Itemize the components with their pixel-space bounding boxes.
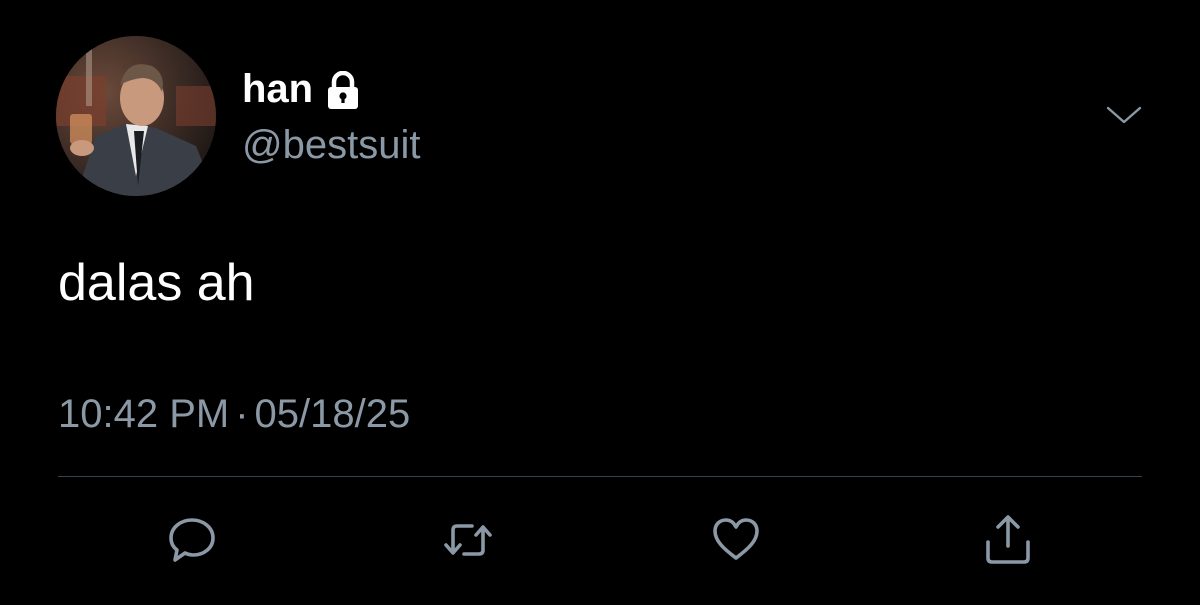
retweet-button[interactable] [440,512,496,568]
like-button[interactable] [708,512,764,568]
author-handle[interactable]: @bestsuit [242,120,420,170]
chevron-down-icon[interactable] [1104,100,1144,130]
avatar[interactable] [56,36,216,196]
share-button[interactable] [980,512,1036,568]
tweet-date: 05/18/25 [254,392,411,436]
reply-icon [164,512,220,568]
divider [58,476,1142,477]
timestamp-separator: · [235,392,249,436]
tweet-time: 10:42 PM [58,392,230,436]
tweet-timestamp[interactable]: 10:42 PM · 05/18/25 [58,388,410,440]
heart-icon [708,512,764,568]
tweet-text: dalas ah [58,254,255,312]
retweet-icon [440,512,496,568]
tweet: han @bestsuit dalas ah 10:42 PM · 05/18/25 [0,0,1200,605]
reply-button[interactable] [164,512,220,568]
author-name-row[interactable]: han [242,64,361,114]
display-name[interactable]: han [242,64,313,114]
share-icon [980,512,1036,568]
lock-icon [325,70,361,111]
